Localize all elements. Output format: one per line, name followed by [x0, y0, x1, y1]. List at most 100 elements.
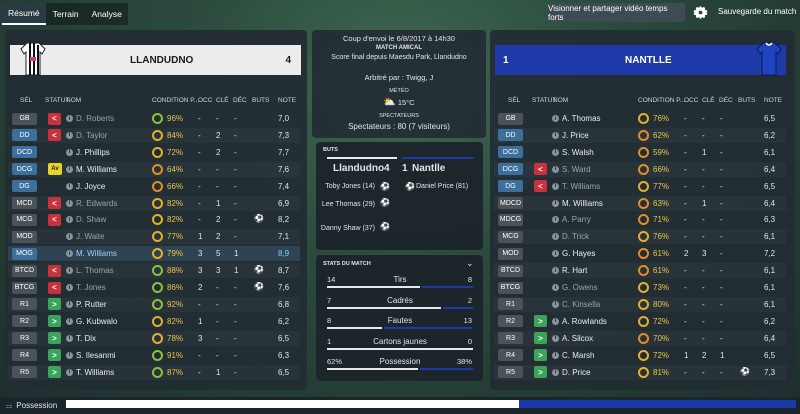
- info-icon[interactable]: i: [552, 300, 559, 308]
- info-icon[interactable]: i: [552, 131, 559, 139]
- away-col-cle[interactable]: CLÉ: [702, 97, 715, 104]
- player-name[interactable]: M. Williams: [562, 199, 603, 208]
- player-name[interactable]: G. Owens: [562, 283, 598, 292]
- position-badge[interactable]: MCG: [12, 213, 37, 226]
- player-name[interactable]: R. Edwards: [76, 199, 117, 208]
- info-icon[interactable]: i: [552, 351, 559, 359]
- player-name[interactable]: J. Waite: [76, 232, 105, 241]
- position-badge[interactable]: R1: [12, 298, 37, 311]
- info-icon[interactable]: i: [552, 182, 559, 190]
- info-icon[interactable]: i: [552, 368, 559, 376]
- player-name[interactable]: S. Ward: [562, 165, 591, 174]
- position-badge[interactable]: BTCD: [498, 264, 523, 277]
- player-name[interactable]: D. Roberts: [76, 114, 114, 123]
- player-name[interactable]: J. Joyce: [76, 182, 105, 191]
- position-badge[interactable]: DCG: [12, 163, 37, 176]
- position-badge[interactable]: BTCG: [498, 281, 523, 294]
- home-col-cle[interactable]: CLÉ: [216, 97, 229, 104]
- position-badge[interactable]: MCG: [498, 230, 523, 243]
- chevron-down-icon[interactable]: ⌄: [466, 258, 474, 269]
- tab-resume[interactable]: Résumé: [2, 3, 46, 25]
- position-badge[interactable]: R2: [498, 315, 523, 328]
- position-badge[interactable]: MDCG: [498, 213, 523, 226]
- player-name[interactable]: A. Thomas: [562, 114, 601, 123]
- player-name[interactable]: C. Marsh: [562, 351, 594, 360]
- position-badge[interactable]: DCD: [498, 146, 523, 159]
- position-badge[interactable]: DCD: [12, 146, 37, 159]
- position-badge[interactable]: DD: [498, 129, 523, 142]
- info-icon[interactable]: i: [66, 368, 73, 376]
- away-col-occ[interactable]: OCC: [684, 97, 698, 104]
- info-icon[interactable]: i: [66, 115, 73, 122]
- position-badge[interactable]: DCG: [498, 163, 523, 176]
- player-name[interactable]: J. Price: [562, 131, 589, 140]
- away-col-dec[interactable]: DÉC: [719, 97, 733, 104]
- player-name[interactable]: L. Thomas: [76, 266, 114, 275]
- player-name[interactable]: T. Williams: [76, 368, 114, 377]
- player-name[interactable]: P. Rutter: [76, 300, 107, 309]
- home-col-occ[interactable]: OCC: [198, 97, 212, 104]
- info-icon[interactable]: i: [66, 165, 73, 173]
- position-badge[interactable]: GB: [12, 112, 37, 125]
- position-badge[interactable]: R4: [498, 349, 523, 362]
- player-name[interactable]: G. Kubwalo: [76, 317, 117, 326]
- player-name[interactable]: M. Williams: [76, 165, 117, 174]
- info-icon[interactable]: i: [552, 199, 559, 207]
- player-name[interactable]: J. Phillips: [76, 148, 110, 157]
- player-name[interactable]: D. Price: [562, 368, 590, 377]
- player-name[interactable]: G. Hayes: [562, 249, 595, 258]
- position-badge[interactable]: MOG: [12, 247, 37, 260]
- info-icon[interactable]: i: [66, 317, 73, 325]
- tab-terrain[interactable]: Terrain: [47, 3, 85, 25]
- gear-icon[interactable]: [692, 4, 709, 21]
- position-badge[interactable]: R3: [12, 332, 37, 345]
- player-name[interactable]: T. Jones: [76, 283, 106, 292]
- position-badge[interactable]: R4: [12, 349, 37, 362]
- info-icon[interactable]: i: [66, 284, 73, 291]
- position-badge[interactable]: DD: [12, 129, 37, 142]
- player-name[interactable]: D. Shaw: [76, 215, 106, 224]
- player-name[interactable]: T. Williams: [562, 182, 600, 191]
- position-badge[interactable]: BTCD: [12, 264, 37, 277]
- position-badge[interactable]: R3: [498, 332, 523, 345]
- player-name[interactable]: A. Silcox: [562, 334, 593, 343]
- player-name[interactable]: M. Williams: [76, 249, 117, 258]
- position-badge[interactable]: R1: [498, 298, 523, 311]
- player-name[interactable]: A. Parry: [562, 215, 591, 224]
- home-col-cond[interactable]: CONDITION P...: [152, 97, 199, 104]
- player-name[interactable]: A. Rowlands: [562, 317, 607, 326]
- player-name[interactable]: T. Dix: [76, 334, 96, 343]
- home-col-buts[interactable]: BUTS: [252, 97, 269, 104]
- info-icon[interactable]: i: [552, 317, 559, 325]
- away-col-note[interactable]: NOTE: [764, 97, 782, 104]
- position-badge[interactable]: R5: [12, 366, 37, 378]
- info-icon[interactable]: i: [552, 165, 559, 173]
- info-icon[interactable]: i: [552, 334, 559, 342]
- position-badge[interactable]: R5: [498, 366, 523, 378]
- position-badge[interactable]: MOD: [498, 247, 523, 260]
- position-badge[interactable]: MCD: [12, 197, 37, 209]
- home-col-note[interactable]: NOTE: [278, 97, 296, 104]
- save-match-link[interactable]: Sauvegarde du match: [718, 7, 796, 16]
- highlights-button[interactable]: Visionner et partager vidéo temps forts: [548, 3, 685, 22]
- info-icon[interactable]: i: [66, 334, 73, 342]
- info-icon[interactable]: i: [66, 131, 73, 139]
- position-badge[interactable]: MOD: [12, 230, 37, 243]
- position-badge[interactable]: MDCD: [498, 197, 523, 209]
- tab-analyse[interactable]: Analyse: [86, 3, 128, 25]
- away-col-buts[interactable]: BUTS: [738, 97, 755, 104]
- info-icon[interactable]: i: [66, 199, 73, 207]
- position-badge[interactable]: BTCG: [12, 281, 37, 294]
- away-col-cond[interactable]: CONDITION P...: [638, 97, 685, 104]
- info-icon[interactable]: i: [552, 115, 559, 122]
- player-name[interactable]: R. Hart: [562, 266, 587, 275]
- home-col-dec[interactable]: DÉC: [233, 97, 247, 104]
- info-icon[interactable]: i: [66, 300, 73, 308]
- position-badge[interactable]: DG: [498, 180, 523, 193]
- player-name[interactable]: S. Walsh: [562, 148, 594, 157]
- info-icon[interactable]: i: [66, 182, 73, 190]
- player-name[interactable]: D. Trick: [562, 232, 589, 241]
- position-badge[interactable]: R2: [12, 315, 37, 328]
- position-badge[interactable]: GB: [498, 112, 523, 125]
- info-icon[interactable]: i: [66, 148, 73, 156]
